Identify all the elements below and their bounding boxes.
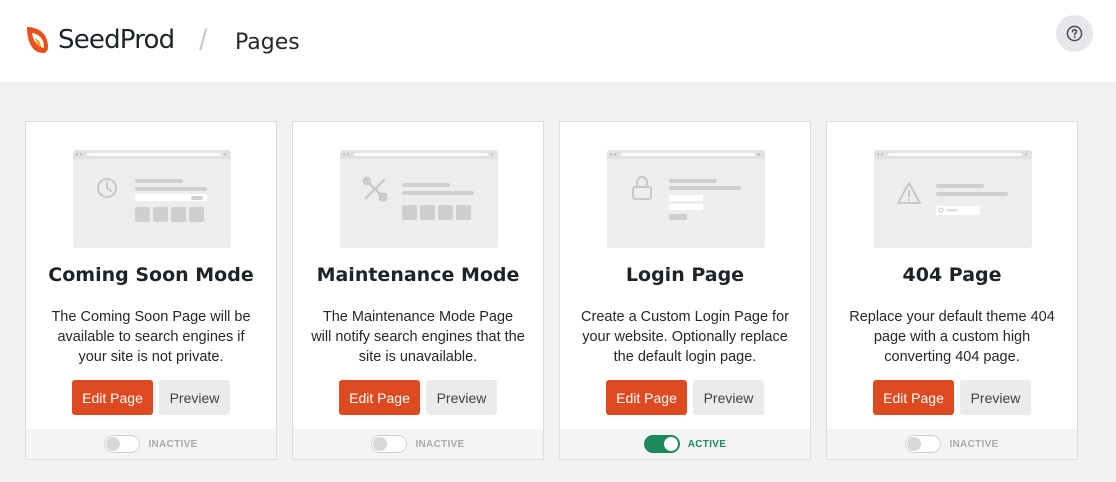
card-description: Replace your default theme 404 page with… xyxy=(849,309,1055,365)
card-footer: INACTIVE xyxy=(827,429,1077,459)
clock-icon xyxy=(97,178,117,198)
status-label: INACTIVE xyxy=(949,438,999,450)
status-label: ACTIVE xyxy=(687,438,727,450)
card-footer: INACTIVE xyxy=(26,429,276,459)
status-label: INACTIVE xyxy=(148,438,198,450)
seedprod-leaf-icon xyxy=(27,27,48,53)
page-title: Pages xyxy=(235,30,300,55)
card-maintenance: Maintenance Mode The Maintenance Mode Pa… xyxy=(292,121,544,460)
card-title: Coming Soon Mode xyxy=(48,264,254,286)
warning-icon xyxy=(897,182,921,204)
lock-icon xyxy=(632,175,652,200)
card-coming-soon: Coming Soon Mode The Coming Soon Page wi… xyxy=(25,121,277,460)
breadcrumb-separator: / xyxy=(199,24,208,57)
coming-soon-preview-thumbnail xyxy=(73,150,231,248)
card-title: Maintenance Mode xyxy=(316,264,520,286)
card-title: 404 Page xyxy=(902,264,1002,286)
status-toggle[interactable] xyxy=(905,435,942,453)
login-preview-thumbnail xyxy=(607,150,765,248)
card-title: Login Page xyxy=(625,264,745,286)
card-description: The Maintenance Mode Page will notify se… xyxy=(311,309,525,365)
card-404: 404 Page Replace your default theme 404 … xyxy=(826,121,1078,460)
logo-text: SeedProd xyxy=(58,25,175,55)
status-toggle[interactable] xyxy=(104,435,141,453)
status-toggle[interactable] xyxy=(643,435,680,453)
card-description: The Coming Soon Page will be available t… xyxy=(51,309,251,365)
edit-page-button[interactable]: Edit Page xyxy=(606,380,687,415)
preview-button[interactable]: Preview xyxy=(159,380,230,415)
help-button[interactable] xyxy=(1056,15,1093,52)
maintenance-preview-thumbnail xyxy=(340,150,498,248)
tools-icon xyxy=(362,176,388,202)
status-label: INACTIVE xyxy=(415,438,465,450)
question-circle-icon xyxy=(1066,25,1083,42)
edit-page-button[interactable]: Edit Page xyxy=(873,380,954,415)
preview-button[interactable]: Preview xyxy=(960,380,1031,415)
preview-button[interactable]: Preview xyxy=(693,380,764,415)
card-description: Create a Custom Login Page for your webs… xyxy=(581,309,789,365)
card-footer: ACTIVE xyxy=(560,429,810,459)
top-header: SeedProd / Pages xyxy=(0,0,1116,82)
404-preview-thumbnail xyxy=(874,150,1032,248)
preview-button[interactable]: Preview xyxy=(426,380,497,415)
edit-page-button[interactable]: Edit Page xyxy=(72,380,153,415)
edit-page-button[interactable]: Edit Page xyxy=(339,380,420,415)
seedprod-logo[interactable]: SeedProd xyxy=(24,22,175,58)
card-footer: INACTIVE xyxy=(293,429,543,459)
card-login: Login Page Create a Custom Login Page fo… xyxy=(559,121,811,460)
status-toggle[interactable] xyxy=(371,435,408,453)
